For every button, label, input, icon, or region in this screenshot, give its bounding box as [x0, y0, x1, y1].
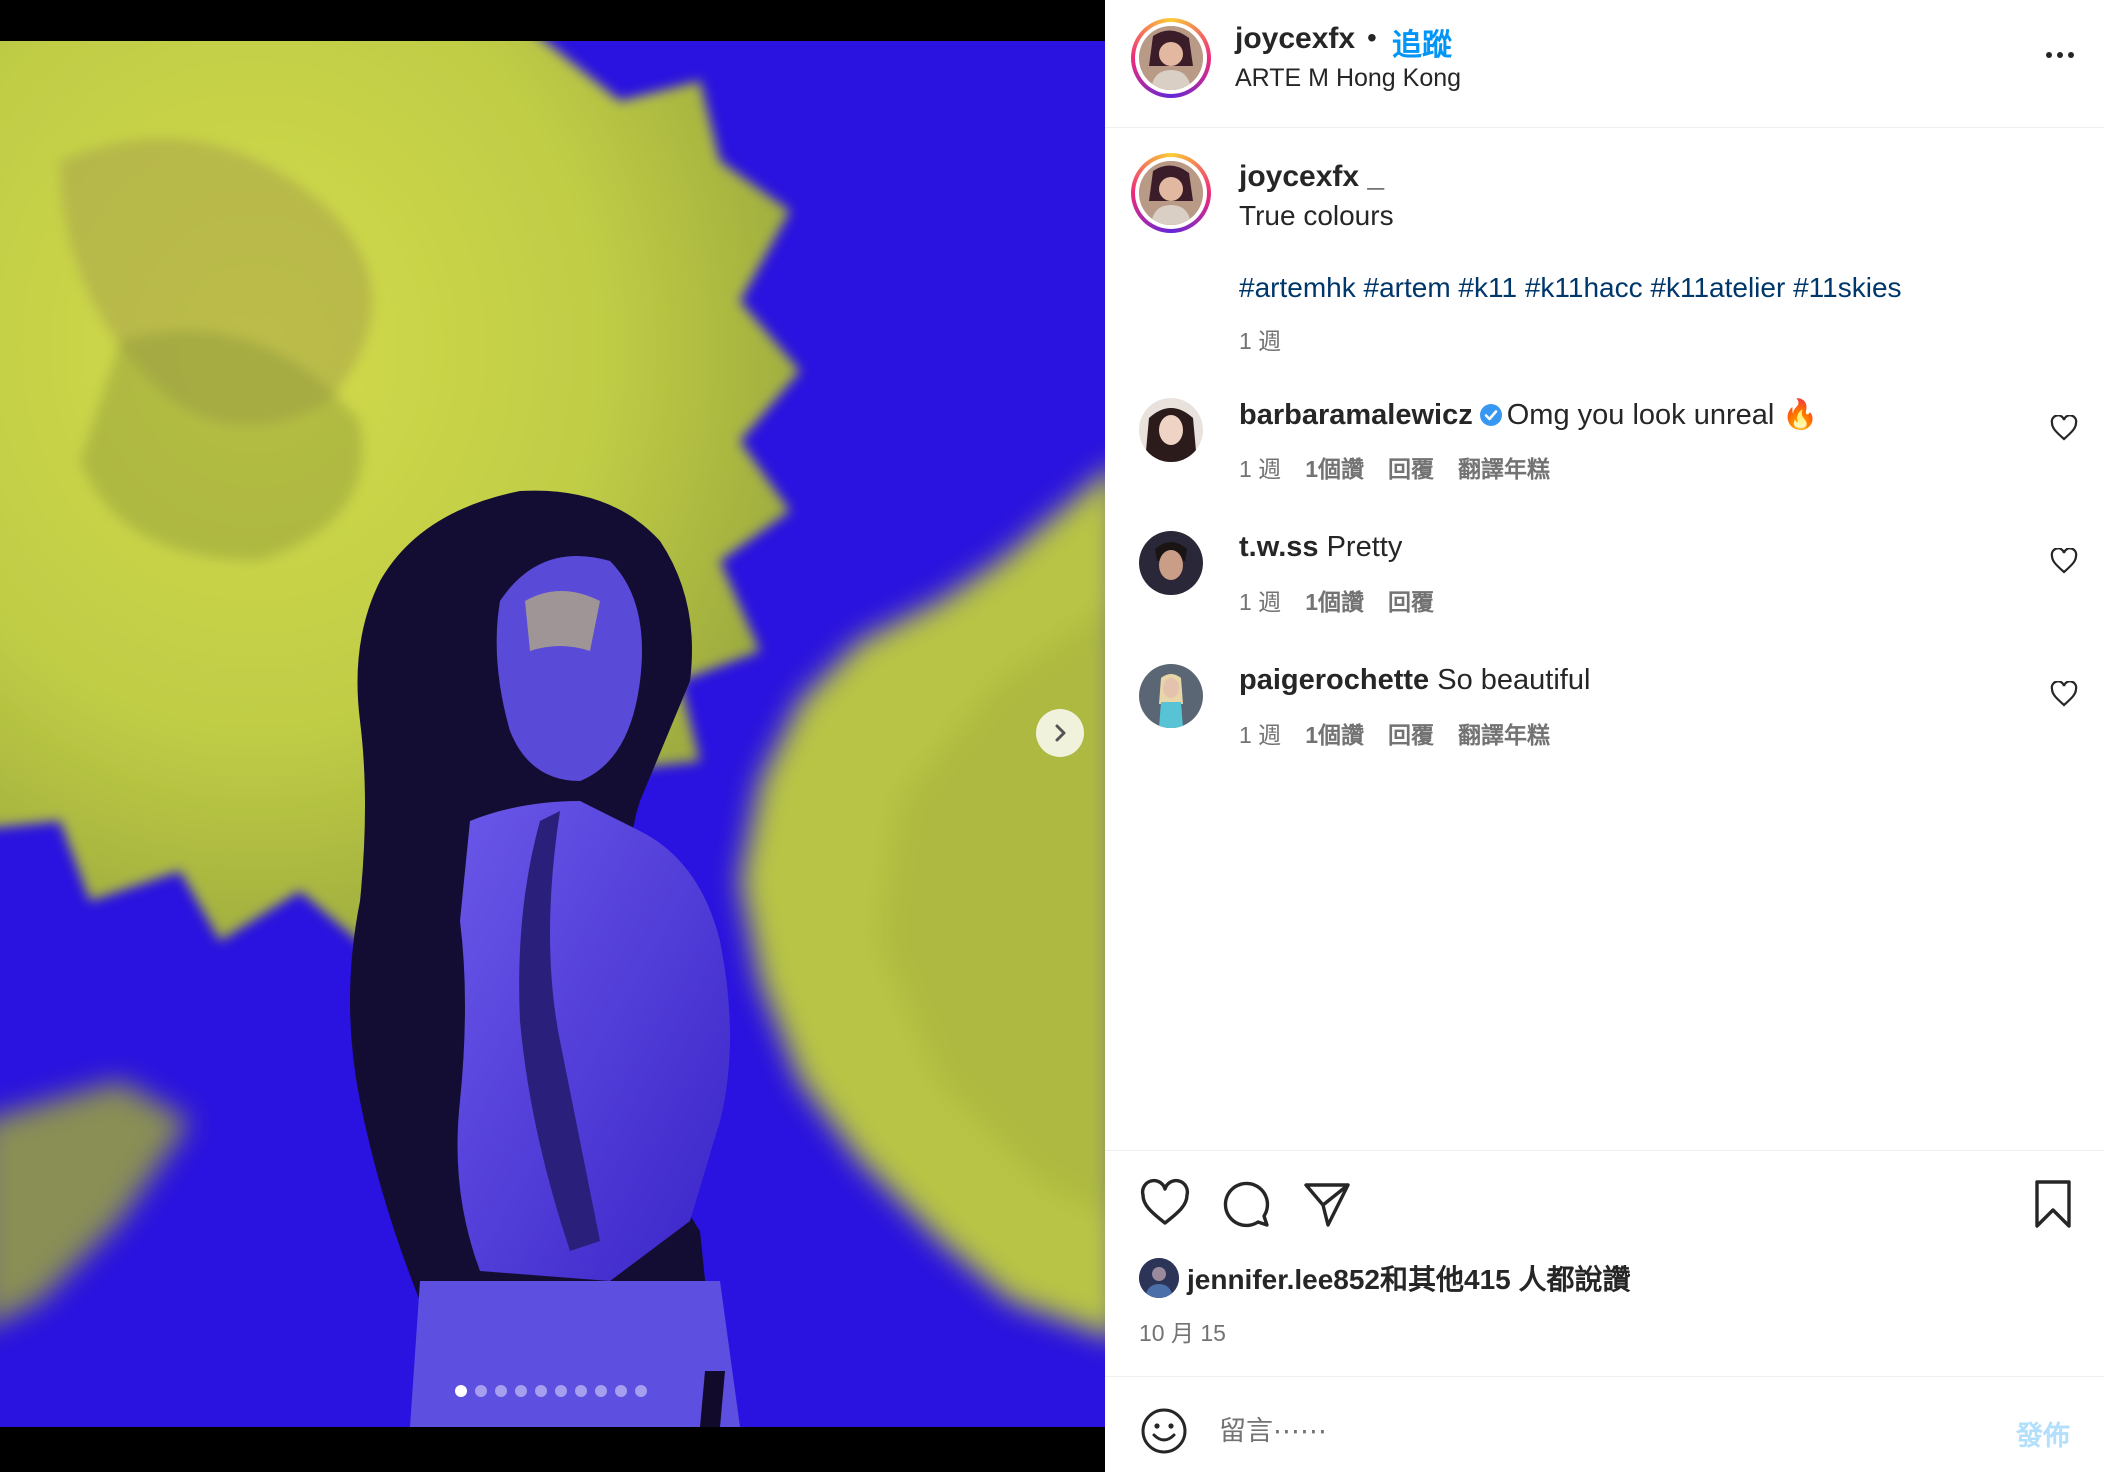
post-media [0, 0, 1105, 1472]
comment-meta: 1 週 1個讚 回覆 翻譯年糕 [1239, 716, 1550, 750]
liker-avatar [1139, 1258, 1179, 1298]
more-icon [2046, 52, 2052, 58]
carousel-dot [455, 1385, 467, 1397]
author-avatar[interactable] [1131, 18, 1211, 98]
avatar-photo [1139, 161, 1203, 225]
carousel-next-button[interactable] [1036, 709, 1084, 757]
comment-username[interactable]: paigerochette [1239, 664, 1429, 696]
caption-username[interactable]: joycexfx _ [1239, 160, 1384, 194]
comment-icon[interactable] [1220, 1178, 1272, 1230]
more-options-button[interactable] [2035, 40, 2085, 70]
caption-hashtags[interactable]: #artemhk #artem #k11 #k11hacc #k11atelie… [1239, 272, 1902, 304]
carousel-dot [515, 1385, 527, 1397]
translate-button[interactable]: 翻譯年糕 [1458, 450, 1550, 484]
comment-item: paigerochette So beautiful 1 週 1個讚 回覆 翻譯… [1105, 664, 2104, 764]
comment-text: Pretty [1326, 531, 1403, 563]
chevron-right-icon [1055, 724, 1066, 742]
likes-summary[interactable]: jennifer.lee852和其他415 人都說讚 [1139, 1258, 1631, 1298]
reply-button[interactable]: 回覆 [1388, 450, 1434, 484]
heart-icon[interactable] [2050, 548, 2078, 574]
carousel-dot [475, 1385, 487, 1397]
carousel-dot [635, 1385, 647, 1397]
comment-time[interactable]: 1 週 [1239, 716, 1281, 750]
commenter-avatar[interactable] [1139, 664, 1203, 728]
comment-time[interactable]: 1 週 [1239, 450, 1281, 484]
comment-likes[interactable]: 1個讚 [1305, 450, 1364, 484]
comment-likes[interactable]: 1個讚 [1305, 716, 1364, 750]
post-photo[interactable] [0, 41, 1105, 1427]
post-comment-button[interactable]: 發佈 [2016, 1414, 2070, 1453]
comment-time[interactable]: 1 週 [1239, 583, 1281, 617]
share-icon[interactable] [1301, 1178, 1353, 1230]
comment-text: So beautiful [1437, 664, 1591, 696]
avatar-photo [1139, 664, 1203, 728]
commenter-avatar[interactable] [1139, 398, 1203, 462]
follow-button[interactable]: 追蹤 [1392, 20, 1452, 64]
comment-text: Omg you look unreal 🔥 [1506, 399, 1819, 431]
avatar-photo [1139, 531, 1203, 595]
translate-button[interactable]: 翻譯年糕 [1458, 716, 1550, 750]
post-date[interactable]: 10 月 15 [1139, 1314, 1226, 1348]
carousel-dot [595, 1385, 607, 1397]
post-detail-panel: joycexfx • 追蹤 ARTE M Hong Kong joycexfx … [1105, 0, 2104, 1472]
comment-input[interactable] [1219, 1408, 1979, 1454]
comment-box-divider [1105, 1376, 2104, 1377]
photo-illustration [0, 41, 1105, 1427]
author-username[interactable]: joycexfx [1235, 22, 1355, 56]
caption-author-avatar[interactable] [1131, 153, 1211, 233]
post-location[interactable]: ARTE M Hong Kong [1235, 64, 1461, 93]
avatar-photo [1139, 26, 1203, 90]
separator-dot: • [1367, 22, 1377, 53]
comment-item: t.w.ss Pretty 1 週 1個讚 回覆 [1105, 531, 2104, 631]
comment-likes[interactable]: 1個讚 [1305, 583, 1364, 617]
carousel-dot [495, 1385, 507, 1397]
commenter-avatar[interactable] [1139, 531, 1203, 595]
comment-meta: 1 週 1個讚 回覆 翻譯年糕 [1239, 450, 1550, 484]
reply-button[interactable]: 回覆 [1388, 583, 1434, 617]
comment-meta: 1 週 1個讚 回覆 [1239, 583, 1434, 617]
actions-divider [1105, 1150, 2104, 1151]
heart-icon[interactable] [2050, 415, 2078, 441]
carousel-dot [575, 1385, 587, 1397]
comment-item: barbaramalewicz Omg you look unreal 🔥 1 週… [1105, 398, 2104, 498]
emoji-icon[interactable] [1139, 1406, 1189, 1456]
comment-username[interactable]: barbaramalewicz [1239, 399, 1473, 431]
like-icon[interactable] [1139, 1178, 1191, 1230]
carousel-dot [535, 1385, 547, 1397]
reply-button[interactable]: 回覆 [1388, 716, 1434, 750]
save-icon[interactable] [2027, 1178, 2079, 1230]
avatar-photo [1139, 398, 1203, 462]
likes-text[interactable]: jennifer.lee852和其他415 人都說讚 [1187, 1258, 1631, 1298]
verified-icon [1479, 404, 1502, 426]
comment-username[interactable]: t.w.ss [1239, 531, 1319, 563]
caption-text: True colours [1239, 200, 1394, 231]
post-header: joycexfx • 追蹤 ARTE M Hong Kong [1105, 0, 2104, 128]
avatar-photo [1139, 1258, 1179, 1298]
caption-timestamp[interactable]: 1 週 [1239, 322, 1281, 356]
carousel-indicator [455, 1385, 647, 1397]
carousel-dot [615, 1385, 627, 1397]
heart-icon[interactable] [2050, 681, 2078, 707]
carousel-dot [555, 1385, 567, 1397]
